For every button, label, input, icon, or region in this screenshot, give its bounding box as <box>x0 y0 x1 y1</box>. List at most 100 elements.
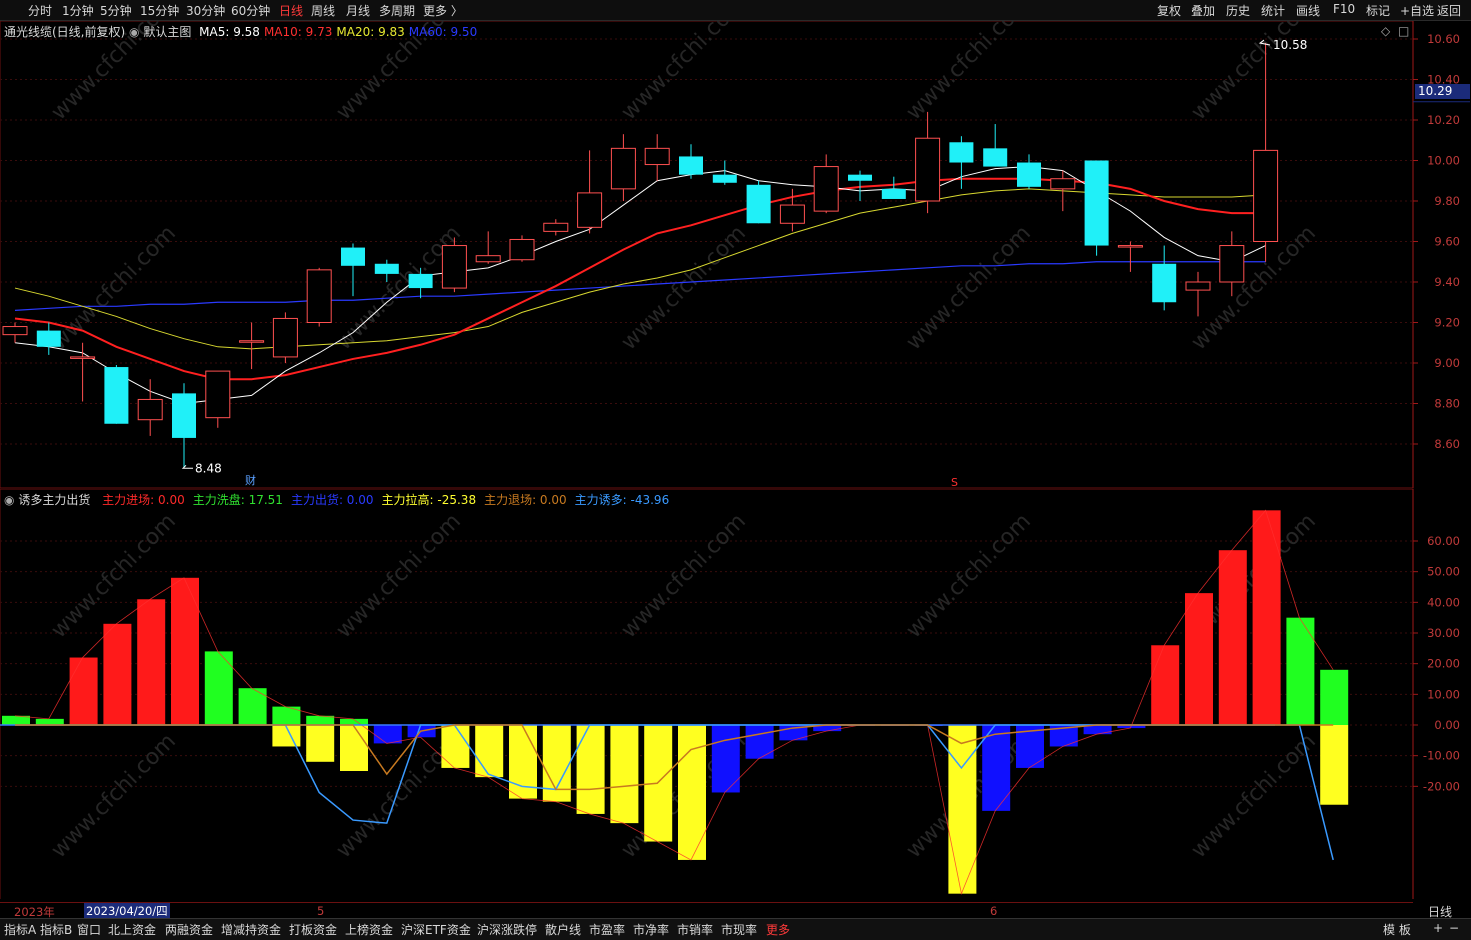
zoom-in-button[interactable]: + <box>1433 921 1443 935</box>
period-tab[interactable]: 日线 <box>279 2 303 19</box>
candle[interactable] <box>881 176 906 199</box>
toolbar-button[interactable]: 复权 <box>1157 2 1181 19</box>
bottom-tab[interactable]: 市盈率 <box>589 921 625 938</box>
collapse-icon[interactable]: ◉ <box>129 25 139 39</box>
bottom-tab[interactable]: 沪深涨跌停 <box>477 921 537 938</box>
candle-body <box>408 273 433 289</box>
template-button[interactable]: 模 板 <box>1383 921 1411 938</box>
candle-body <box>1017 162 1041 187</box>
candle[interactable] <box>610 134 636 201</box>
candle[interactable] <box>1017 154 1041 189</box>
toolbar-button[interactable]: 统计 <box>1261 2 1285 19</box>
candle[interactable] <box>239 322 265 370</box>
bottom-tab[interactable]: 市现率 <box>721 921 757 938</box>
maximize-icon[interactable]: □ <box>1398 24 1409 38</box>
period-tab[interactable]: 周线 <box>311 2 335 19</box>
candle[interactable] <box>509 235 535 262</box>
high-price-label: 10.58 <box>1273 38 1307 52</box>
ind-tick-label: 20.00 <box>1427 657 1460 671</box>
toolbar-button[interactable]: 画线 <box>1296 2 1320 19</box>
candle[interactable] <box>341 243 365 297</box>
bottom-tab[interactable]: 北上资金 <box>108 921 156 938</box>
candle[interactable] <box>679 144 703 179</box>
bottom-tab[interactable]: 沪深ETF资金 <box>401 921 471 938</box>
price-tick-label: 8.80 <box>1434 397 1460 411</box>
toolbar-button[interactable]: 返回 <box>1437 2 1461 19</box>
candle[interactable] <box>1084 160 1109 256</box>
candle[interactable] <box>272 312 298 363</box>
toolbar-button[interactable]: 标记 <box>1366 2 1390 19</box>
period-tab[interactable]: 月线 <box>346 2 370 19</box>
candle-body <box>779 204 805 224</box>
candle[interactable] <box>746 180 771 224</box>
bottom-tab[interactable]: 两融资金 <box>165 921 213 938</box>
period-tab[interactable]: 5分钟 <box>100 2 132 19</box>
candle[interactable] <box>1253 43 1279 262</box>
period-tab[interactable]: 1分钟 <box>62 2 94 19</box>
candle[interactable] <box>543 219 569 236</box>
period-tab[interactable]: 60分钟 <box>231 2 270 19</box>
zoom-out-button[interactable]: − <box>1449 921 1459 935</box>
bottom-tab[interactable]: 市销率 <box>677 921 713 938</box>
bottom-tab[interactable]: 增减持资金 <box>221 921 281 938</box>
period-tab[interactable]: 多周期 <box>379 2 415 19</box>
bottom-tab[interactable]: 窗口 <box>77 921 101 938</box>
bottom-tab[interactable]: 指标B <box>40 921 72 938</box>
candle-body <box>1152 263 1177 303</box>
bottom-tab[interactable]: 更多 <box>766 921 790 938</box>
bottom-tab[interactable]: 上榜资金 <box>345 921 393 938</box>
finance-marker[interactable]: 财 <box>245 473 256 487</box>
candle-body <box>441 245 467 289</box>
candle[interactable] <box>1050 170 1076 212</box>
toolbar-button[interactable]: F10 <box>1333 2 1355 16</box>
bottom-tab[interactable]: 散户线 <box>545 921 581 938</box>
candle[interactable] <box>813 154 839 214</box>
candle[interactable] <box>1152 245 1177 311</box>
price-tick-label: 8.60 <box>1434 437 1460 451</box>
candle[interactable] <box>2 322 28 343</box>
indicator-bar <box>204 651 233 725</box>
candle-body <box>813 166 839 212</box>
candle[interactable] <box>137 379 163 436</box>
candle[interactable] <box>577 150 603 234</box>
ind-tick-label: -10.00 <box>1423 749 1460 763</box>
toolbar-button[interactable]: 叠加 <box>1191 2 1215 19</box>
bottom-tab[interactable]: 市净率 <box>633 921 669 938</box>
bottom-tab[interactable]: 指标A <box>4 921 36 938</box>
stock-name: 通光线缆(日线,前复权) <box>4 25 126 39</box>
bottom-tab[interactable]: 打板资金 <box>289 921 337 938</box>
candle[interactable] <box>205 370 231 428</box>
price-tick-label: 9.60 <box>1434 235 1460 249</box>
candlestick-chart[interactable]: 10.6010.4010.2010.009.809.609.409.209.00… <box>0 21 1471 489</box>
candle[interactable] <box>441 237 467 293</box>
candle[interactable] <box>306 267 332 327</box>
signal-marker[interactable]: S <box>951 476 958 489</box>
period-tab[interactable]: 更多 〉 <box>423 2 463 19</box>
toolbar-button[interactable]: +自选 <box>1400 2 1434 19</box>
chart-mode[interactable]: 默认主图 <box>143 25 191 39</box>
watermark: www.cfchi.com <box>902 21 1036 125</box>
candle-body <box>2 326 28 336</box>
indicator-bar <box>1320 669 1349 725</box>
toolbar-button[interactable]: 历史 <box>1226 2 1250 19</box>
candle[interactable] <box>1117 241 1143 272</box>
candle[interactable] <box>983 124 1008 167</box>
period-tab[interactable]: 30分钟 <box>186 2 225 19</box>
indicator-chart[interactable]: 60.00 50.00 40.00 30.00 20.00 10.00 0.00 -10.00… <box>0 489 1471 899</box>
candle[interactable] <box>644 134 670 181</box>
period-tab[interactable]: 15分钟 <box>140 2 179 19</box>
candle[interactable] <box>949 136 974 189</box>
candle[interactable] <box>1185 271 1211 317</box>
candle[interactable] <box>172 383 196 469</box>
candle[interactable] <box>915 111 941 214</box>
settings-diamond-icon[interactable]: ◇ <box>1381 24 1390 38</box>
ind-tick-label: 30.00 <box>1427 626 1460 640</box>
candle[interactable] <box>104 365 129 424</box>
candle-body <box>475 255 501 263</box>
indicator-bar <box>69 657 98 725</box>
indicator-bar <box>1151 645 1180 725</box>
candle[interactable] <box>475 231 501 264</box>
period-tab[interactable]: 分时 <box>28 2 52 19</box>
candle-body <box>104 367 129 424</box>
ma-legend-item: MA10: 9.73 <box>263 25 333 39</box>
